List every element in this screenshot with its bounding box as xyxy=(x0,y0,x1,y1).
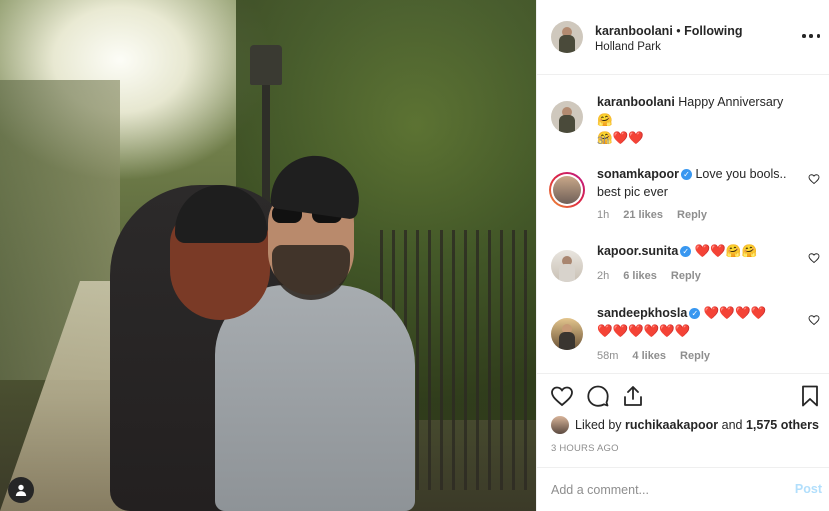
comment-time[interactable]: 2h xyxy=(597,270,609,282)
list-item: sonamkapoor ✓ Love you bools.. best pic e… xyxy=(549,165,820,223)
post-photo[interactable] xyxy=(0,0,536,511)
comment-text: sonamkapoor ✓ Love you bools.. best pic e… xyxy=(597,165,792,201)
caption-username[interactable]: karanboolani xyxy=(597,95,675,109)
avatar[interactable] xyxy=(551,250,583,282)
heart-icon[interactable] xyxy=(550,384,574,408)
share-icon[interactable] xyxy=(621,384,645,408)
avatar[interactable] xyxy=(551,101,583,133)
avatar[interactable] xyxy=(551,21,583,53)
comment-meta: 2h 6 likes Reply xyxy=(597,270,701,282)
avatar[interactable] xyxy=(549,172,585,208)
following-button[interactable]: Following xyxy=(684,24,742,38)
comment-icon[interactable] xyxy=(586,384,610,408)
post-details-panel: karanboolani • Following Holland Park ka… xyxy=(536,0,829,511)
caption-text: karanboolani Happy Anniversary 🤗 🤗❤️❤️ xyxy=(597,93,792,147)
comment-time[interactable]: 1h xyxy=(597,209,609,221)
likes-summary: Liked by ruchikaakapoor and 1,575 others xyxy=(551,414,826,436)
comment-body: Love you bools.. xyxy=(695,167,787,181)
comment-body: ❤️❤️🤗🤗 xyxy=(694,244,758,258)
user-tag-icon[interactable] xyxy=(8,477,34,503)
caption: karanboolani Happy Anniversary 🤗 🤗❤️❤️ 3… xyxy=(551,93,816,153)
bookmark-icon[interactable] xyxy=(798,384,822,408)
verified-badge-icon: ✓ xyxy=(680,246,692,257)
add-comment-bar: Post xyxy=(537,467,829,511)
comment-like-heart-icon[interactable] xyxy=(808,252,820,264)
avatar[interactable] xyxy=(551,318,583,350)
verified-badge-icon: ✓ xyxy=(680,169,692,180)
post-comment-button[interactable]: Post xyxy=(795,482,822,496)
comment-meta: 58m 4 likes Reply xyxy=(597,350,710,362)
post-author-line: karanboolani • Following xyxy=(595,24,742,38)
post-timestamp[interactable]: 3 HOURS AGO xyxy=(551,443,619,454)
comment-time[interactable]: 58m xyxy=(597,350,618,362)
comments-list[interactable]: karanboolani Happy Anniversary 🤗 🤗❤️❤️ 3… xyxy=(537,76,829,372)
comment-meta: 1h 21 likes Reply xyxy=(597,209,707,221)
comment-like-heart-icon[interactable] xyxy=(808,314,820,326)
list-item: kapoor.sunita ✓ ❤️❤️🤗🤗 2h 6 likes Reply xyxy=(551,242,820,286)
comment-like-heart-icon[interactable] xyxy=(808,173,820,185)
caption-time[interactable]: 3h xyxy=(597,135,609,147)
comment-username[interactable]: kapoor.sunita xyxy=(597,244,678,258)
comment-likes[interactable]: 6 likes xyxy=(623,270,657,282)
reply-button[interactable]: Reply xyxy=(677,209,707,221)
comment-username[interactable]: sandeepkhosla xyxy=(597,306,687,320)
liked-by-connector: and xyxy=(721,418,743,432)
comment-text: sandeepkhosla ✓ ❤️❤️❤️❤️ ❤️❤️❤️❤️❤️❤️ xyxy=(597,304,792,340)
separator-dot: • xyxy=(676,24,681,38)
comment-input[interactable] xyxy=(551,480,771,500)
post-header: karanboolani • Following Holland Park xyxy=(537,0,829,75)
liked-by-user[interactable]: ruchikaakapoor xyxy=(625,418,718,432)
liked-by-others[interactable]: 1,575 others xyxy=(746,418,819,432)
more-options-icon[interactable] xyxy=(802,28,820,44)
verified-badge-icon: ✓ xyxy=(689,308,701,319)
comment-likes[interactable]: 21 likes xyxy=(623,209,663,221)
comment-text: kapoor.sunita ✓ ❤️❤️🤗🤗 xyxy=(597,242,792,260)
comment-body: ❤️❤️❤️❤️ xyxy=(703,306,767,320)
caption-meta: 3h xyxy=(597,135,609,147)
avatar[interactable] xyxy=(551,416,569,434)
liked-by-prefix: Liked by xyxy=(575,418,622,432)
post-location[interactable]: Holland Park xyxy=(595,41,661,53)
comment-body-line2: best pic ever xyxy=(597,185,668,199)
comment-likes[interactable]: 4 likes xyxy=(632,350,666,362)
reply-button[interactable]: Reply xyxy=(671,270,701,282)
post-actions xyxy=(537,373,829,413)
list-item: sandeepkhosla ✓ ❤️❤️❤️❤️ ❤️❤️❤️❤️❤️❤️ 58m… xyxy=(551,304,820,364)
post-author-username[interactable]: karanboolani xyxy=(595,24,673,38)
comment-body-line2: ❤️❤️❤️❤️❤️❤️ xyxy=(597,324,691,338)
photo-man-figure xyxy=(215,285,415,511)
reply-button[interactable]: Reply xyxy=(680,350,710,362)
photo-lamp-head xyxy=(250,45,282,85)
comment-username[interactable]: sonamkapoor xyxy=(597,167,679,181)
